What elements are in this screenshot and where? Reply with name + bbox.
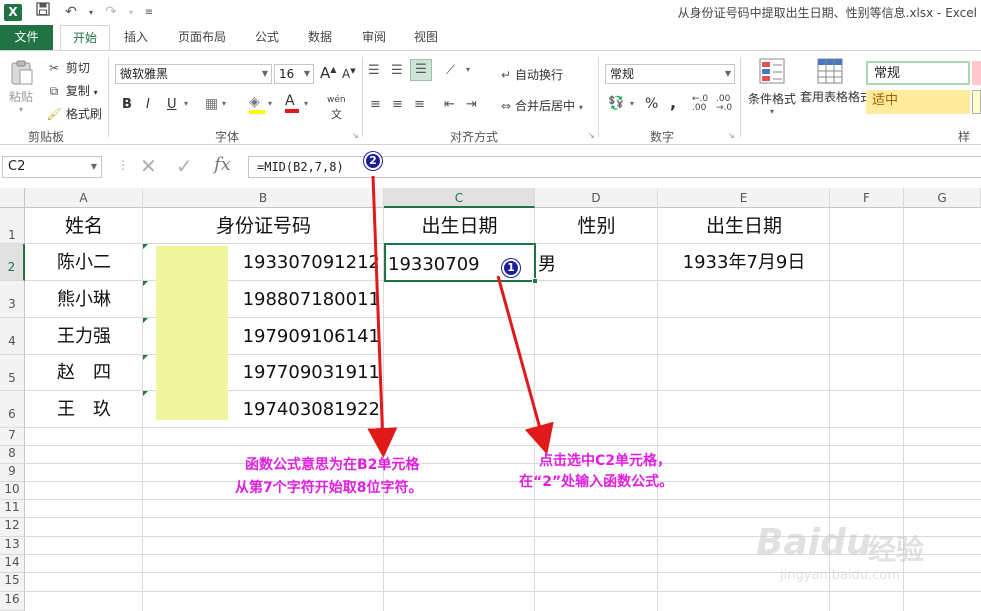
note-left-line1: 函数公式意思为在B2单元格: [245, 457, 420, 473]
annotation-arrows: [367, 175, 554, 458]
note-left-line2: 从第7个字符开始取8位字符。: [235, 480, 423, 496]
arrow-to-right-note: [496, 275, 554, 455]
note-right-line2: 在“2”处输入函数公式。: [519, 474, 674, 490]
note-right-line1: 点击选中C2单元格，: [539, 453, 672, 469]
arrow-to-left-note: [367, 175, 398, 458]
